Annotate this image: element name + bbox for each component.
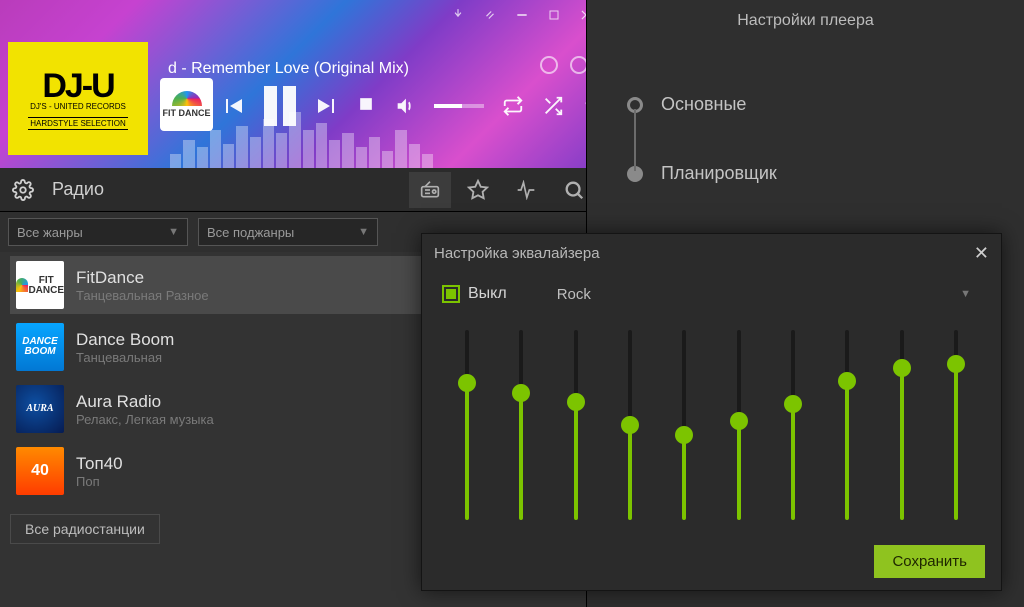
minimize-icon[interactable] bbox=[515, 8, 529, 22]
cover-tag: HARDSTYLE SELECTION bbox=[28, 117, 128, 130]
chevron-down-icon: ▼ bbox=[960, 288, 971, 300]
subgenre-select[interactable]: Все поджанры ▼ bbox=[198, 218, 378, 246]
eq-band-slider[interactable] bbox=[718, 330, 760, 538]
header-badges bbox=[540, 56, 588, 74]
checkbox-icon bbox=[442, 285, 460, 303]
volume-slider[interactable] bbox=[434, 104, 484, 108]
eq-band-slider[interactable] bbox=[663, 330, 705, 538]
cover-small-label: FIT DANCE bbox=[163, 108, 211, 118]
eq-band-slider[interactable] bbox=[555, 330, 597, 538]
radio-icon[interactable] bbox=[409, 172, 451, 208]
station-thumb: 40 bbox=[16, 447, 64, 495]
preset-select[interactable]: Rock ▼ bbox=[547, 280, 981, 308]
station-thumb: FITDANCE bbox=[16, 261, 64, 309]
close-icon[interactable]: ✕ bbox=[974, 243, 989, 264]
eq-band-slider[interactable] bbox=[446, 330, 488, 538]
station-name: Aura Radio bbox=[76, 392, 214, 412]
maximize-icon[interactable] bbox=[547, 8, 561, 22]
all-stations-tab[interactable]: Все радиостанции bbox=[10, 514, 160, 544]
window-controls bbox=[451, 8, 593, 22]
pin-icon[interactable] bbox=[451, 8, 465, 22]
tools-icon[interactable] bbox=[483, 8, 497, 22]
eq-sliders bbox=[422, 308, 1001, 538]
station-genre: Танцевальная Разное bbox=[76, 288, 209, 303]
save-button[interactable]: Сохранить bbox=[874, 545, 985, 578]
eq-band-slider[interactable] bbox=[609, 330, 651, 538]
volume-icon[interactable] bbox=[394, 95, 416, 117]
settings-option-label: Планировщик bbox=[661, 163, 777, 184]
cover-subtitle: DJ'S - UNITED RECORDS bbox=[30, 102, 126, 111]
album-cover-small: FIT DANCE bbox=[160, 78, 213, 131]
chevron-down-icon: ▼ bbox=[168, 226, 179, 238]
settings-option-main[interactable]: Основные bbox=[627, 70, 1024, 139]
settings-options: Основные Планировщик bbox=[587, 70, 1024, 208]
eq-band-slider[interactable] bbox=[881, 330, 923, 538]
station-genre: Релакс, Легкая музыка bbox=[76, 412, 214, 427]
radio-dot-icon bbox=[627, 166, 643, 182]
station-thumb: DANCEBOOM bbox=[16, 323, 64, 371]
toolbar: Радио bbox=[0, 168, 603, 212]
equalizer-tab-icon[interactable] bbox=[505, 172, 547, 208]
station-genre: Поп bbox=[76, 474, 123, 489]
eq-band-slider[interactable] bbox=[772, 330, 814, 538]
pause-button[interactable] bbox=[264, 86, 296, 126]
album-cover-large: DJ-U DJ'S - UNITED RECORDS HARDSTYLE SEL… bbox=[8, 42, 148, 155]
eq-band-slider[interactable] bbox=[935, 330, 977, 538]
settings-option-scheduler[interactable]: Планировщик bbox=[627, 139, 1024, 208]
station-name: Топ40 bbox=[76, 454, 123, 474]
station-genre: Танцевальная bbox=[76, 350, 174, 365]
station-name: FitDance bbox=[76, 268, 209, 288]
next-button[interactable] bbox=[314, 94, 338, 118]
favorite-icon[interactable] bbox=[457, 172, 499, 208]
eq-band-slider[interactable] bbox=[826, 330, 868, 538]
cover-title: DJ-U bbox=[42, 67, 113, 106]
eq-toggle-label: Выкл bbox=[468, 285, 507, 303]
station-thumb: AURA bbox=[16, 385, 64, 433]
stop-button[interactable] bbox=[356, 94, 376, 119]
preset-value: Rock bbox=[557, 286, 591, 303]
genre-select-value: Все жанры bbox=[17, 225, 83, 240]
player-header: DJ-U DJ'S - UNITED RECORDS HARDSTYLE SEL… bbox=[0, 0, 603, 168]
equalizer-dialog: Настройка эквалайзера ✕ Выкл Rock ▼ Сохр… bbox=[421, 233, 1002, 591]
settings-title: Настройки плеера bbox=[587, 0, 1024, 70]
shuffle-button[interactable] bbox=[542, 95, 564, 117]
eq-toggle[interactable]: Выкл bbox=[442, 285, 507, 303]
eq-band-slider[interactable] bbox=[500, 330, 542, 538]
track-title: d - Remember Love (Original Mix) bbox=[168, 60, 409, 78]
section-tab[interactable]: Радио bbox=[44, 179, 403, 200]
chevron-down-icon: ▼ bbox=[358, 226, 369, 238]
equalizer-top-row: Выкл Rock ▼ bbox=[422, 272, 1001, 308]
prev-button[interactable] bbox=[222, 94, 246, 118]
genre-select[interactable]: Все жанры ▼ bbox=[8, 218, 188, 246]
subgenre-select-value: Все поджанры bbox=[207, 225, 294, 240]
gear-icon[interactable] bbox=[8, 175, 38, 205]
station-name: Dance Boom bbox=[76, 330, 174, 350]
dialog-header: Настройка эквалайзера ✕ bbox=[422, 234, 1001, 272]
transport-controls: MQ bbox=[222, 86, 603, 126]
badge-icon[interactable] bbox=[540, 56, 558, 74]
settings-option-label: Основные bbox=[661, 94, 746, 115]
repeat-button[interactable] bbox=[502, 95, 524, 117]
dialog-title: Настройка эквалайзера bbox=[434, 245, 600, 262]
